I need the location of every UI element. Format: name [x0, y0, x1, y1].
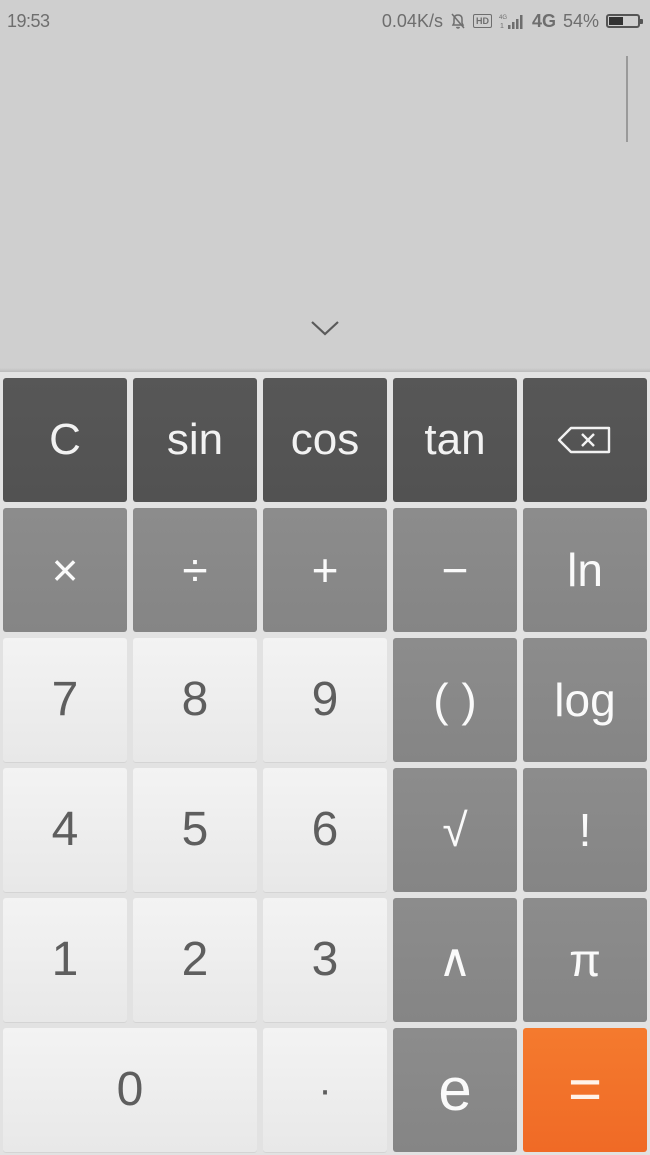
digit-1-button[interactable]: 1	[3, 898, 127, 1022]
key-label: 6	[311, 803, 339, 856]
key-label: ·	[318, 1068, 332, 1112]
network-type: 4G	[531, 10, 556, 31]
key-label: ( )	[433, 674, 477, 726]
key-label: 9	[311, 673, 339, 726]
calculator-display[interactable]	[0, 42, 650, 372]
key-label: √	[442, 804, 468, 856]
hd-voice-icon: HD	[472, 14, 492, 28]
svg-text:4G: 4G	[499, 15, 507, 21]
key-label: 1	[51, 933, 79, 986]
status-time: 19:53	[7, 10, 50, 31]
key-label: ÷	[182, 544, 208, 596]
keypad: Csin cos tan × ÷ + − ln 7 8 9 ( ) log 4 5 6 √! 1 2 3 ∧ π 0 · e =	[0, 372, 650, 1155]
notifications-muted-icon	[450, 12, 466, 30]
tan-button[interactable]: tan	[393, 378, 517, 502]
multiply-button[interactable]: ×	[3, 508, 127, 632]
key-label: sin	[166, 415, 224, 464]
digit-0-button[interactable]: 0	[3, 1028, 257, 1152]
sin-button[interactable]: sin	[133, 378, 257, 502]
ln-button[interactable]: ln	[523, 508, 647, 632]
collapse-keypad-button[interactable]	[305, 314, 345, 344]
key-label: =	[568, 1057, 602, 1122]
key-label: cos	[290, 415, 360, 464]
euler-e-button[interactable]: e	[393, 1028, 517, 1152]
dual-sim-signal-icon: 4G 1	[499, 12, 525, 30]
battery-percent: 54%	[562, 10, 599, 31]
network-speed: 0.04K/s	[381, 10, 443, 31]
subtract-button[interactable]: −	[393, 508, 517, 632]
digit-2-button[interactable]: 2	[133, 898, 257, 1022]
key-label: 7	[51, 673, 79, 726]
add-button[interactable]: +	[263, 508, 387, 632]
digit-8-button[interactable]: 8	[133, 638, 257, 762]
key-label: C	[49, 415, 81, 464]
text-cursor	[626, 56, 628, 142]
digit-6-button[interactable]: 6	[263, 768, 387, 892]
key-label: 0	[116, 1063, 144, 1116]
sqrt-button[interactable]: √	[393, 768, 517, 892]
key-label: ×	[51, 544, 79, 596]
key-label: 2	[181, 933, 209, 986]
key-label: log	[554, 674, 616, 726]
status-icons: 0.04K/s HD 4G 1 4G 54%	[381, 10, 643, 32]
status-bar: 19:53 0.04K/s HD 4G 1 4G 54%	[0, 0, 650, 42]
key-label: 3	[311, 933, 339, 986]
battery-icon	[606, 14, 643, 28]
parentheses-button[interactable]: ( )	[393, 638, 517, 762]
digit-5-button[interactable]: 5	[133, 768, 257, 892]
decimal-point-button[interactable]: ·	[263, 1028, 387, 1152]
key-label: ln	[567, 544, 603, 596]
chevron-down-icon	[311, 321, 339, 336]
key-label: −	[441, 544, 469, 596]
battery-level	[609, 17, 624, 25]
power-button[interactable]: ∧	[393, 898, 517, 1022]
backspace-button[interactable]	[523, 378, 647, 502]
backspace-icon	[557, 426, 613, 454]
key-label: +	[311, 544, 339, 596]
key-label: !	[578, 804, 592, 856]
equals-button[interactable]: =	[523, 1028, 647, 1152]
pi-button[interactable]: π	[523, 898, 647, 1022]
key-label: ∧	[438, 934, 472, 986]
clear-button[interactable]: C	[3, 378, 127, 502]
digit-9-button[interactable]: 9	[263, 638, 387, 762]
key-label: 5	[181, 803, 209, 856]
digit-4-button[interactable]: 4	[3, 768, 127, 892]
key-label: 8	[181, 673, 209, 726]
key-label: 4	[51, 803, 79, 856]
key-label: tan	[424, 415, 486, 464]
digit-7-button[interactable]: 7	[3, 638, 127, 762]
factorial-button[interactable]: !	[523, 768, 647, 892]
divide-button[interactable]: ÷	[133, 508, 257, 632]
digit-3-button[interactable]: 3	[263, 898, 387, 1022]
key-label: e	[438, 1056, 472, 1123]
log-button[interactable]: log	[523, 638, 647, 762]
cos-button[interactable]: cos	[263, 378, 387, 502]
key-label: π	[569, 934, 601, 986]
svg-text:1: 1	[500, 23, 504, 30]
